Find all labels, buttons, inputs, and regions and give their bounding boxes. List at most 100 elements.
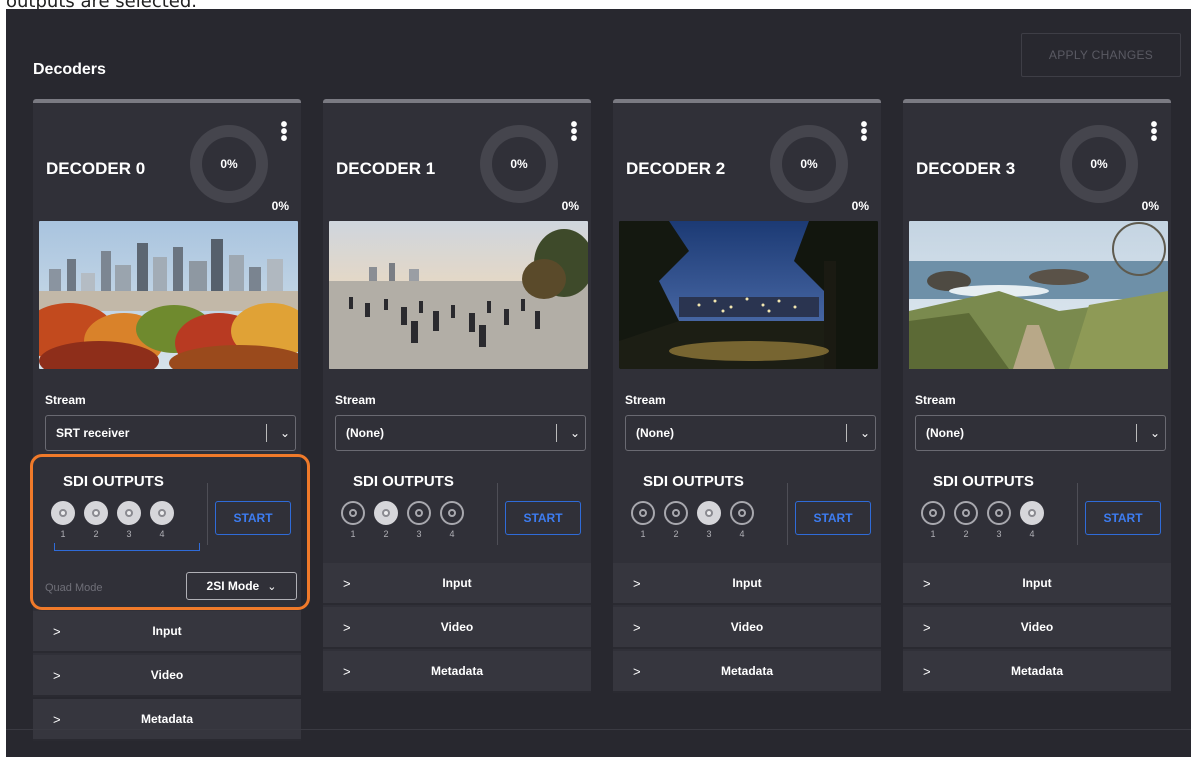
sdi-outputs-label: SDI OUTPUTS [933, 473, 1034, 490]
more-options-icon[interactable]: • • • [857, 115, 871, 149]
sdi-output-2-toggle[interactable]: 2 [374, 501, 398, 539]
start-button[interactable]: START [795, 501, 871, 535]
quad-mode-select[interactable]: 2SI Mode ⌄ [186, 572, 297, 600]
donut-percent: 0% [220, 157, 238, 171]
sdi-output-1-toggle[interactable]: 1 [921, 501, 945, 539]
section-label: Input [152, 624, 182, 638]
section-metadata[interactable]: > Metadata [903, 651, 1171, 693]
sdi-output-3-toggle[interactable]: 3 [117, 501, 141, 539]
stream-label: Stream [625, 393, 666, 407]
divider [497, 483, 498, 545]
more-options-icon[interactable]: • • • [277, 115, 291, 149]
sdi-output-2-toggle[interactable]: 2 [84, 501, 108, 539]
quad-mode-label: Quad Mode [45, 582, 103, 594]
apply-changes-button[interactable]: APPLY CHANGES [1021, 33, 1181, 77]
decoder-title: DECODER 0 [46, 159, 146, 178]
chevron-down-icon: ⌄ [279, 426, 291, 440]
chevron-down-icon: ⌄ [267, 580, 277, 593]
sdi-output-selector: 1 2 3 4 [341, 501, 464, 539]
donut-percent: 0% [800, 157, 818, 171]
quad-group-bracket [54, 543, 200, 551]
sdi-output-number: 1 [930, 529, 936, 539]
decoder-title: DECODER 1 [336, 159, 436, 178]
chevron-right-icon: > [343, 619, 351, 635]
start-button[interactable]: START [215, 501, 291, 535]
stream-preview-image [329, 221, 588, 369]
sdi-outputs-label: SDI OUTPUTS [643, 473, 744, 490]
donut-percent: 0% [510, 157, 528, 171]
sdi-output-4-toggle[interactable]: 4 [730, 501, 754, 539]
select-separator [556, 424, 557, 442]
section-input[interactable]: > Input [33, 611, 301, 653]
sdi-output-4-toggle[interactable]: 4 [150, 501, 174, 539]
sdi-output-selector: 1 2 3 4 [631, 501, 754, 539]
sdi-output-2-toggle[interactable]: 2 [954, 501, 978, 539]
section-video[interactable]: > Video [613, 607, 881, 649]
select-separator [266, 424, 267, 442]
section-input[interactable]: > Input [903, 563, 1171, 605]
stream-label: Stream [915, 393, 956, 407]
chevron-right-icon: > [53, 711, 61, 727]
more-options-icon[interactable]: • • • [567, 115, 581, 149]
section-metadata[interactable]: > Metadata [323, 651, 591, 693]
stream-preview-image [39, 221, 298, 369]
stream-select[interactable]: (None) ⌄ [335, 415, 586, 451]
bottom-divider [6, 729, 1191, 730]
usage-donut: 0% [1060, 125, 1138, 203]
stream-select[interactable]: (None) ⌄ [625, 415, 876, 451]
sdi-output-number: 4 [1029, 529, 1035, 539]
decoder-card-3: • • • DECODER 3 0% 0% Stream (None) ⌄ SD… [903, 99, 1171, 693]
section-label: Metadata [430, 664, 483, 678]
section-input[interactable]: > Input [323, 563, 591, 605]
sdi-output-1-toggle[interactable]: 1 [51, 501, 75, 539]
sdi-output-number: 2 [93, 529, 99, 539]
section-label: Input [442, 576, 472, 590]
section-video[interactable]: > Video [33, 655, 301, 697]
section-input[interactable]: > Input [613, 563, 881, 605]
sdi-output-1-toggle[interactable]: 1 [631, 501, 655, 539]
chevron-down-icon: ⌄ [859, 426, 871, 440]
sdi-output-number: 3 [996, 529, 1002, 539]
usage-percent: 0% [561, 199, 579, 213]
section-label: Metadata [720, 664, 773, 678]
section-label: Metadata [140, 712, 193, 726]
sdi-output-number: 3 [416, 529, 422, 539]
select-separator [1136, 424, 1137, 442]
start-button[interactable]: START [505, 501, 581, 535]
sdi-output-number: 3 [706, 529, 712, 539]
section-label: Video [1020, 620, 1054, 634]
sdi-output-3-toggle[interactable]: 3 [697, 501, 721, 539]
sdi-output-1-toggle[interactable]: 1 [341, 501, 365, 539]
sdi-output-4-toggle[interactable]: 4 [1020, 501, 1044, 539]
section-metadata[interactable]: > Metadata [33, 699, 301, 741]
start-button[interactable]: START [1085, 501, 1161, 535]
chevron-right-icon: > [633, 663, 641, 679]
section-label: Metadata [1010, 664, 1063, 678]
usage-percent: 0% [1141, 199, 1159, 213]
section-label: Video [440, 620, 474, 634]
section-metadata[interactable]: > Metadata [613, 651, 881, 693]
section-label: Video [730, 620, 764, 634]
stream-select[interactable]: (None) ⌄ [915, 415, 1166, 451]
chevron-right-icon: > [343, 575, 351, 591]
chevron-right-icon: > [53, 667, 61, 683]
sdi-output-2-toggle[interactable]: 2 [664, 501, 688, 539]
usage-percent: 0% [851, 199, 869, 213]
sdi-output-number: 1 [640, 529, 646, 539]
section-video[interactable]: > Video [323, 607, 591, 649]
sdi-output-selector: 1 2 3 4 [921, 501, 1044, 539]
chevron-right-icon: > [923, 619, 931, 635]
stream-label: Stream [45, 393, 86, 407]
stream-select-value: (None) [346, 426, 384, 440]
sdi-output-3-toggle[interactable]: 3 [987, 501, 1011, 539]
section-video[interactable]: > Video [903, 607, 1171, 649]
section-label: Input [732, 576, 762, 590]
more-options-icon[interactable]: • • • [1147, 115, 1161, 149]
select-separator [846, 424, 847, 442]
sdi-output-4-toggle[interactable]: 4 [440, 501, 464, 539]
sdi-output-number: 4 [159, 529, 165, 539]
chevron-right-icon: > [923, 663, 931, 679]
sdi-output-3-toggle[interactable]: 3 [407, 501, 431, 539]
sdi-output-number: 3 [126, 529, 132, 539]
stream-select[interactable]: SRT receiver ⌄ [45, 415, 296, 451]
